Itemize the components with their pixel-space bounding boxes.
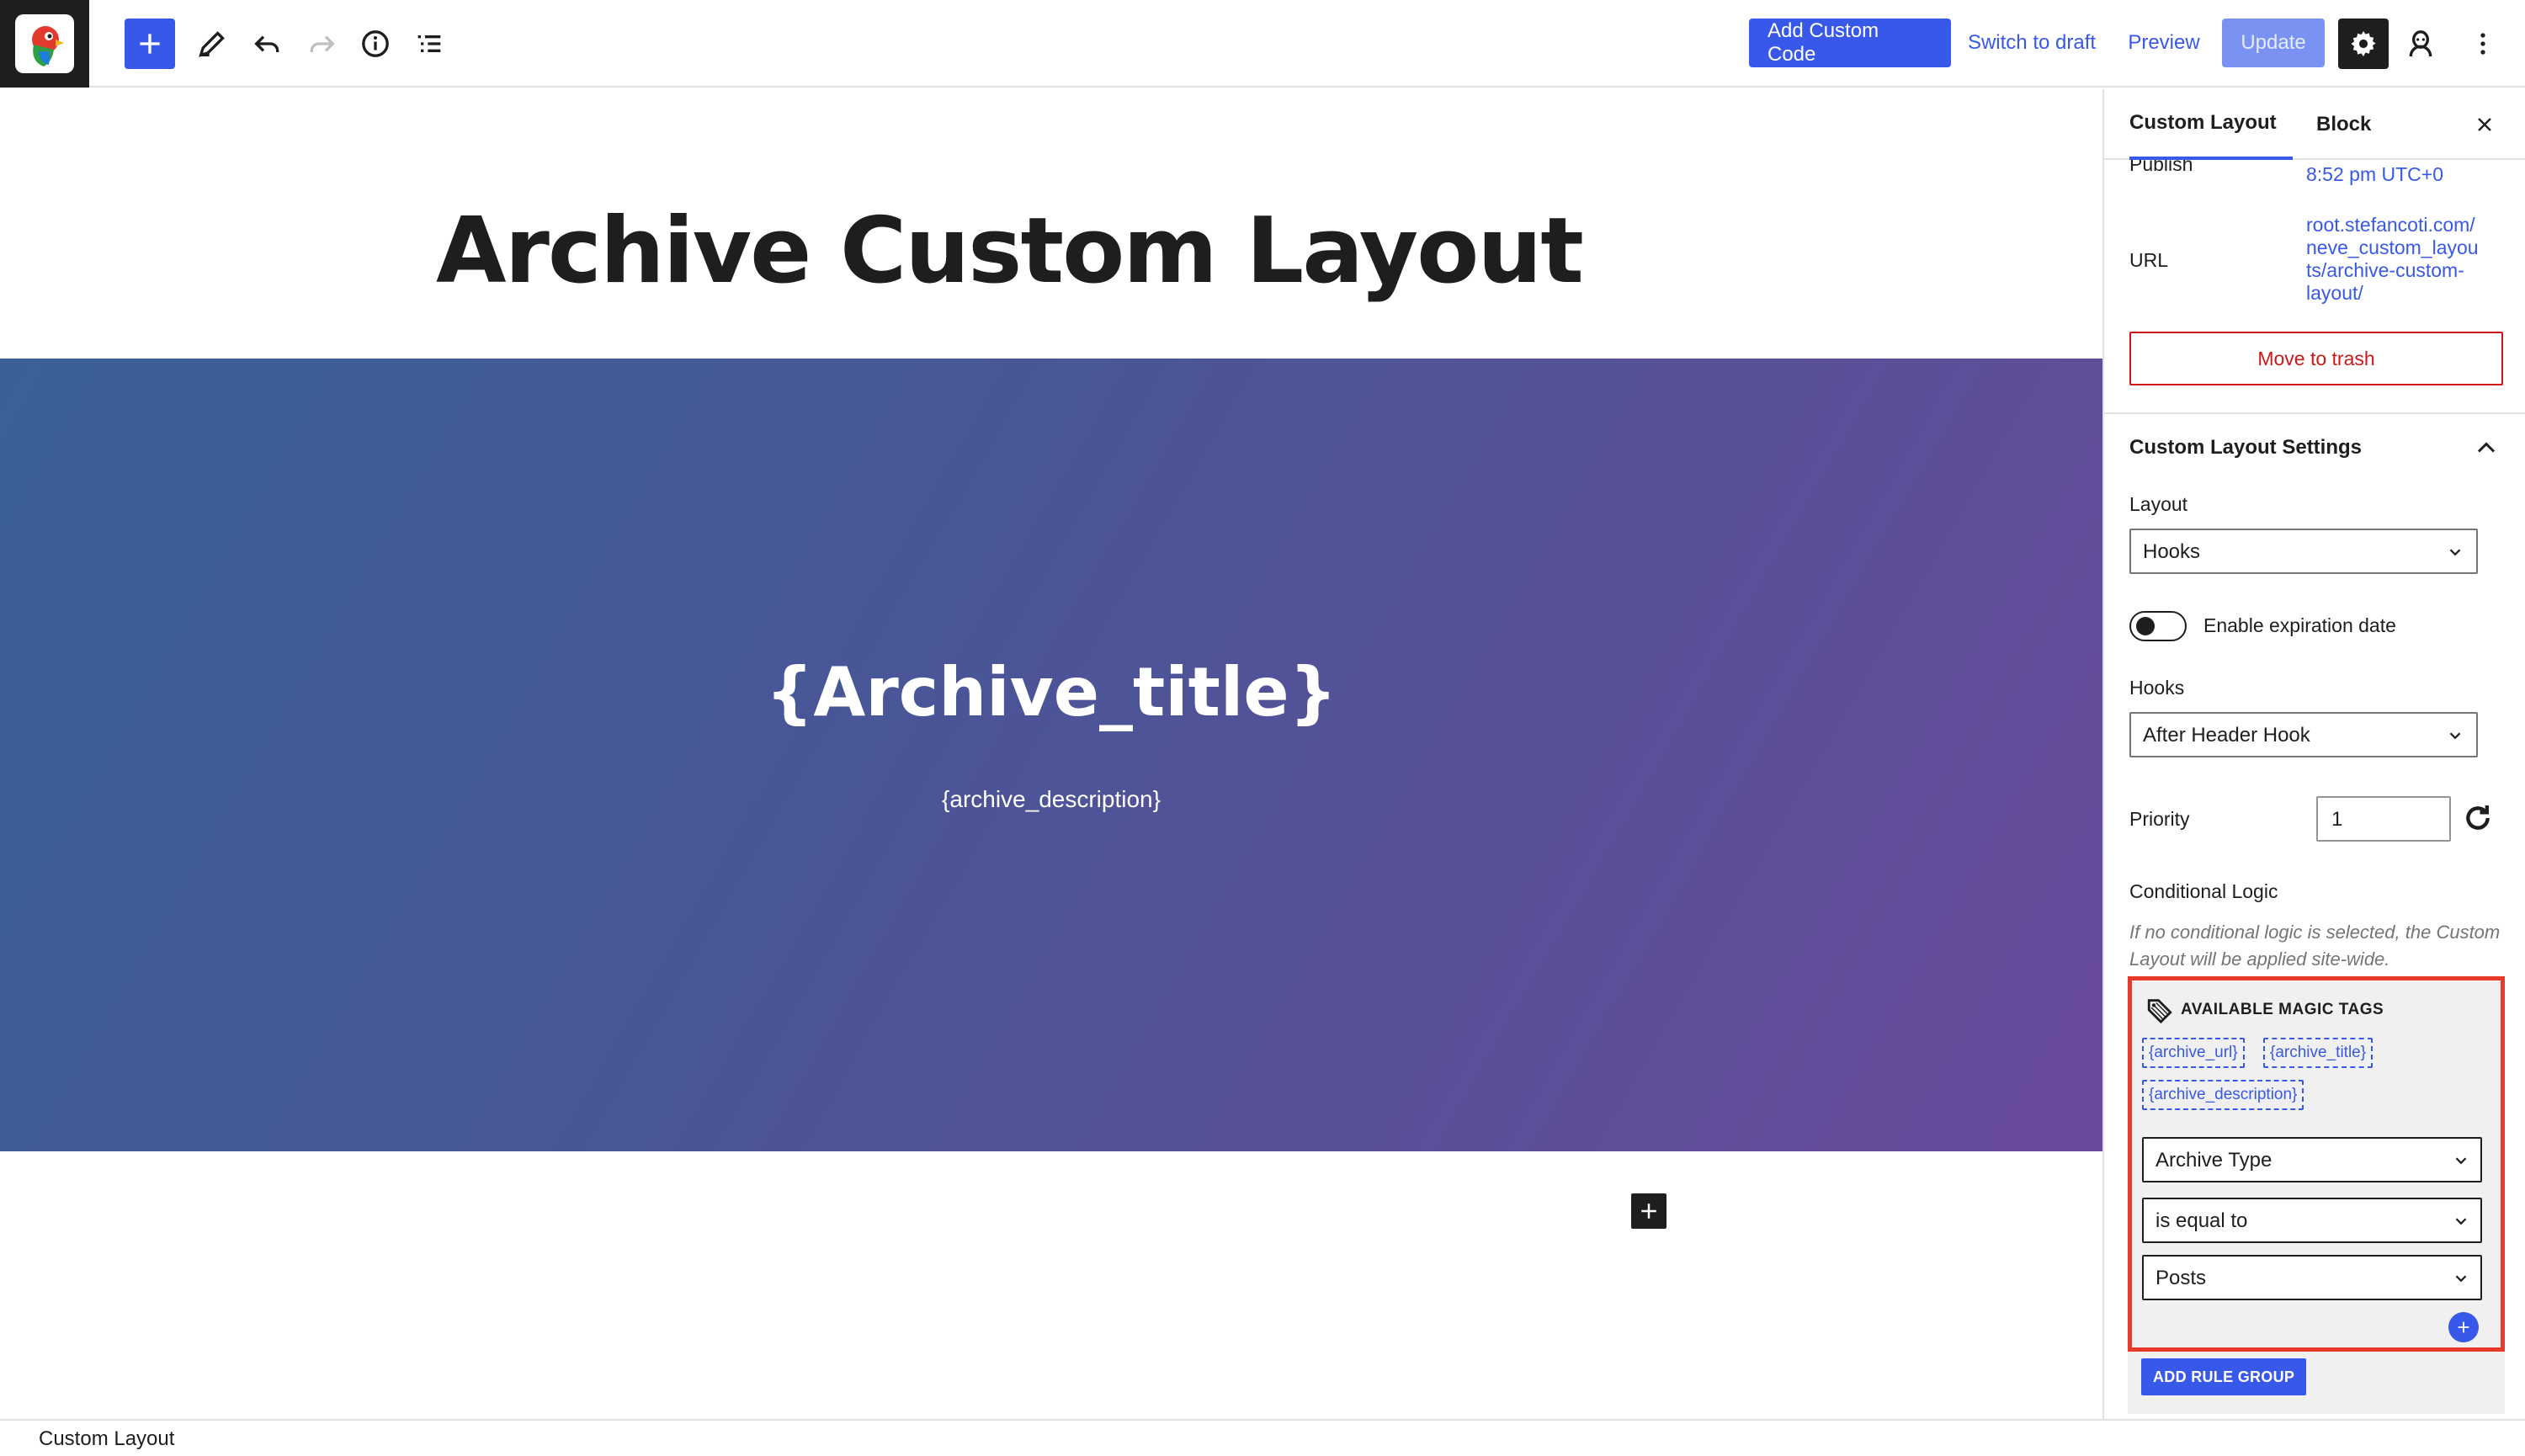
undo-icon [254, 35, 279, 52]
magic-tags-heading: AVAILABLE MAGIC TAGS [2181, 1001, 2384, 1018]
list-view-icon [417, 35, 441, 52]
redo-button[interactable] [296, 19, 347, 69]
add-custom-code-button[interactable]: Add Custom Code [1749, 19, 1951, 67]
editor-toolbar: Add Custom Code Switch to draft Preview … [0, 0, 2525, 88]
priority-input[interactable]: 1 [2316, 796, 2451, 842]
chevron-down-icon [2455, 1218, 2467, 1225]
layout-label: Layout [2129, 493, 2188, 515]
details-button[interactable] [350, 19, 401, 69]
move-to-trash-button[interactable]: Move to trash [2129, 332, 2503, 385]
cover-title[interactable]: {Archive_title} [0, 653, 2102, 731]
chevron-up-icon[interactable] [2471, 433, 2501, 463]
block-breadcrumb-bar: Custom Layout [0, 1419, 2525, 1456]
cover-description[interactable]: {archive_description} [0, 786, 2102, 813]
hooks-select-value: After Header Hook [2143, 724, 2310, 747]
permalink-link[interactable]: root.stefancoti.com/ neve_custom_layou t… [2306, 214, 2479, 305]
custom-layout-settings-title[interactable]: Custom Layout Settings [2129, 436, 2362, 460]
expiration-date-toggle[interactable] [2129, 611, 2187, 641]
priority-input-value: 1 [2331, 808, 2343, 831]
rule-field-value: Archive Type [2156, 1149, 2272, 1172]
breadcrumb-custom-layout[interactable]: Custom Layout [39, 1427, 174, 1451]
add-block-button[interactable] [1631, 1193, 1666, 1229]
magic-tag-archive-title[interactable]: {archive_title} [2263, 1038, 2374, 1068]
plus-icon [1641, 1204, 1656, 1219]
chevron-down-icon [2449, 732, 2461, 740]
pencil-icon [199, 31, 225, 57]
editor-canvas: Archive Custom Layout {Archive_title} {a… [0, 89, 2102, 1419]
update-button[interactable]: Update [2222, 19, 2325, 67]
add-rule-group-button[interactable]: ADD RULE GROUP [2141, 1358, 2307, 1395]
tab-custom-layout[interactable]: Custom Layout [2129, 89, 2293, 160]
tools-button[interactable] [187, 19, 237, 69]
tab-block[interactable]: Block [2316, 89, 2371, 160]
layout-select[interactable]: Hooks [2129, 529, 2478, 574]
more-options-button[interactable] [2458, 19, 2508, 69]
user-avatar-button[interactable] [2395, 19, 2446, 69]
magic-tag-archive-url[interactable]: {archive_url} [2142, 1038, 2245, 1068]
plus-icon [140, 34, 160, 54]
block-inserter-button[interactable] [125, 19, 175, 69]
user-avatar-icon [2409, 30, 2432, 57]
conditional-logic-hint: If no conditional logic is selected, the… [2129, 922, 2501, 970]
conditional-logic-label: Conditional Logic [2129, 880, 2278, 902]
conditional-rule-box: AVAILABLE MAGIC TAGS {archive_url} {arch… [2128, 976, 2505, 1352]
settings-sidebar: Custom Layout Block Publish 8:52 pm UTC+… [2102, 89, 2525, 1419]
rule-value-value: Posts [2156, 1267, 2207, 1289]
permalink-line: ts/archive-custom- [2306, 259, 2464, 281]
reset-icon[interactable] [2461, 801, 2495, 835]
more-vertical-icon [2480, 33, 2485, 55]
cover-block[interactable]: {Archive_title} {archive_description} [0, 359, 2102, 1151]
post-title[interactable]: Archive Custom Layout [436, 199, 1584, 304]
url-label: URL [2129, 249, 2169, 271]
hooks-label: Hooks [2129, 677, 2185, 699]
publish-date-link[interactable]: 8:52 pm UTC+0 [2306, 163, 2443, 186]
undo-button[interactable] [242, 19, 293, 69]
close-sidebar-button[interactable] [2468, 108, 2501, 141]
chevron-down-icon [2455, 1157, 2467, 1165]
priority-label: Priority [2129, 808, 2190, 830]
preview-button[interactable]: Preview [2119, 19, 2209, 67]
chevron-down-icon [2449, 549, 2461, 556]
sidebar-tabs: Custom Layout Block [2104, 89, 2525, 160]
tag-icon [2147, 999, 2172, 1024]
switch-to-draft-button[interactable]: Switch to draft [1961, 19, 2102, 67]
site-logo-parrot[interactable] [0, 0, 89, 88]
rule-operator-select[interactable]: is equal to [2142, 1198, 2482, 1243]
close-icon [2478, 118, 2491, 131]
expiration-date-label: Enable expiration date [2203, 614, 2396, 636]
layout-select-value: Hooks [2143, 540, 2201, 563]
settings-button[interactable] [2338, 19, 2389, 69]
rule-field-select[interactable]: Archive Type [2142, 1137, 2482, 1182]
redo-icon [310, 35, 335, 52]
plus-icon [2458, 1321, 2469, 1333]
hooks-select[interactable]: After Header Hook [2129, 712, 2478, 757]
parrot-logo-icon [15, 14, 74, 73]
permalink-line: layout/ [2306, 282, 2363, 304]
panel-divider [2104, 412, 2525, 414]
gear-icon [2351, 30, 2376, 57]
info-icon [362, 30, 389, 57]
list-view-button[interactable] [404, 19, 454, 69]
magic-tag-archive-description[interactable]: {archive_description} [2142, 1080, 2304, 1110]
permalink-line: neve_custom_layou [2306, 236, 2479, 258]
permalink-line: root.stefancoti.com/ [2306, 214, 2475, 236]
rule-value-select[interactable]: Posts [2142, 1255, 2482, 1300]
add-rule-button[interactable] [2448, 1312, 2479, 1342]
chevron-down-icon [2455, 1275, 2467, 1283]
rule-operator-value: is equal to [2156, 1209, 2248, 1232]
